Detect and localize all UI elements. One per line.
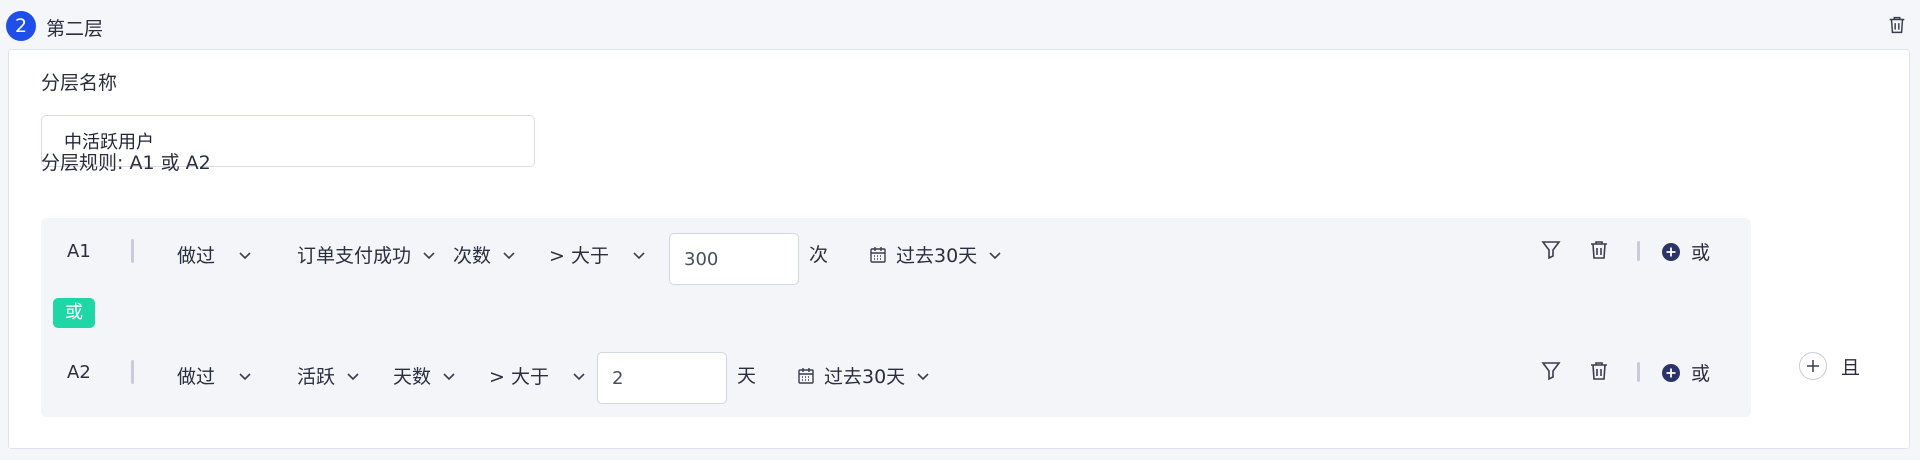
event-select[interactable]: 活跃	[297, 362, 361, 389]
date-range-value: 过去30天	[896, 245, 978, 267]
chevron-down-icon	[573, 372, 585, 380]
chevron-down-icon	[239, 251, 251, 259]
chevron-down-icon	[989, 251, 1001, 259]
chevron-down-icon	[633, 251, 645, 259]
condition-id: A2	[67, 362, 91, 383]
divider	[131, 239, 134, 263]
operator-select-value: > 大于	[549, 245, 609, 267]
date-range-select[interactable]: 过去30天	[869, 241, 1003, 268]
metric-select[interactable]: 次数	[453, 241, 517, 268]
layer-name-label: 分层名称	[41, 72, 118, 94]
condition-row-a2: A2 做过 活跃 天数 > 大于 天	[41, 347, 1751, 407]
divider	[1637, 241, 1640, 261]
add-and-label: 且	[1841, 356, 1861, 379]
plus-circle-icon	[1662, 363, 1680, 382]
event-select-value: 订单支付成功	[297, 245, 412, 267]
rules-box: A1 做过 订单支付成功 次数 > 大于 300 次 过去30天 或 或 A2 …	[41, 218, 1751, 417]
operator-select[interactable]: > 大于	[489, 362, 587, 389]
value-input[interactable]	[597, 352, 727, 404]
chevron-down-icon	[503, 251, 515, 259]
event-select[interactable]: 订单支付成功	[297, 241, 437, 268]
calendar-icon	[798, 367, 814, 384]
layer-header: 2 第二层	[0, 0, 1920, 50]
layer-card: 分层名称 分层规则: A1 或 A2 A1 做过 订单支付成功 次数	[8, 49, 1910, 449]
layer-panel: 2 第二层 分层名称 分层规则: A1 或 A2 A1 做过 订单支付成功	[0, 0, 1920, 460]
condition-row-a1: A1 做过 订单支付成功 次数 > 大于 300 次 过去30天 或	[41, 226, 1751, 286]
divider	[131, 360, 134, 384]
action-select-value: 做过	[177, 366, 216, 388]
add-or-label: 或	[1691, 363, 1711, 385]
operator-select[interactable]: > 大于	[549, 241, 647, 268]
filter-icon[interactable]	[1539, 238, 1563, 262]
action-select[interactable]: 做过	[177, 241, 253, 268]
date-range-select[interactable]: 过去30天	[797, 362, 931, 389]
chevron-down-icon	[917, 372, 929, 380]
event-select-value: 活跃	[297, 366, 336, 388]
calendar-icon	[870, 246, 886, 263]
add-and-condition-button[interactable]: 且	[1799, 352, 1860, 380]
action-select[interactable]: 做过	[177, 362, 253, 389]
plus-icon	[1799, 352, 1827, 380]
divider	[1637, 362, 1640, 382]
metric-select-value: 天数	[393, 366, 432, 388]
metric-select-value: 次数	[453, 245, 492, 267]
add-or-label: 或	[1691, 242, 1711, 264]
filter-icon[interactable]	[1539, 359, 1563, 383]
chevron-down-icon	[443, 372, 455, 380]
delete-condition-icon[interactable]	[1587, 359, 1611, 383]
delete-condition-icon[interactable]	[1587, 238, 1611, 262]
metric-select[interactable]: 天数	[393, 362, 457, 389]
layer-number-badge: 2	[6, 11, 36, 41]
add-or-condition-button[interactable]: 或	[1661, 359, 1710, 386]
add-or-condition-button[interactable]: 或	[1661, 238, 1710, 265]
delete-layer-icon[interactable]	[1886, 14, 1908, 36]
plus-circle-icon	[1662, 242, 1680, 261]
layer-rule-label: 分层规则: A1 或 A2	[41, 152, 211, 174]
operator-select-value: > 大于	[489, 366, 549, 388]
value-unit: 天	[737, 365, 757, 387]
value-unit: 次	[809, 244, 829, 266]
chevron-down-icon	[423, 251, 435, 259]
action-select-value: 做过	[177, 245, 216, 267]
condition-id: A1	[67, 241, 91, 262]
chevron-down-icon	[239, 372, 251, 380]
value-input[interactable]	[669, 233, 799, 285]
layer-title: 第二层	[46, 18, 104, 40]
or-connector-badge: 或	[53, 298, 95, 328]
chevron-down-icon	[347, 372, 359, 380]
date-range-value: 过去30天	[824, 366, 906, 388]
